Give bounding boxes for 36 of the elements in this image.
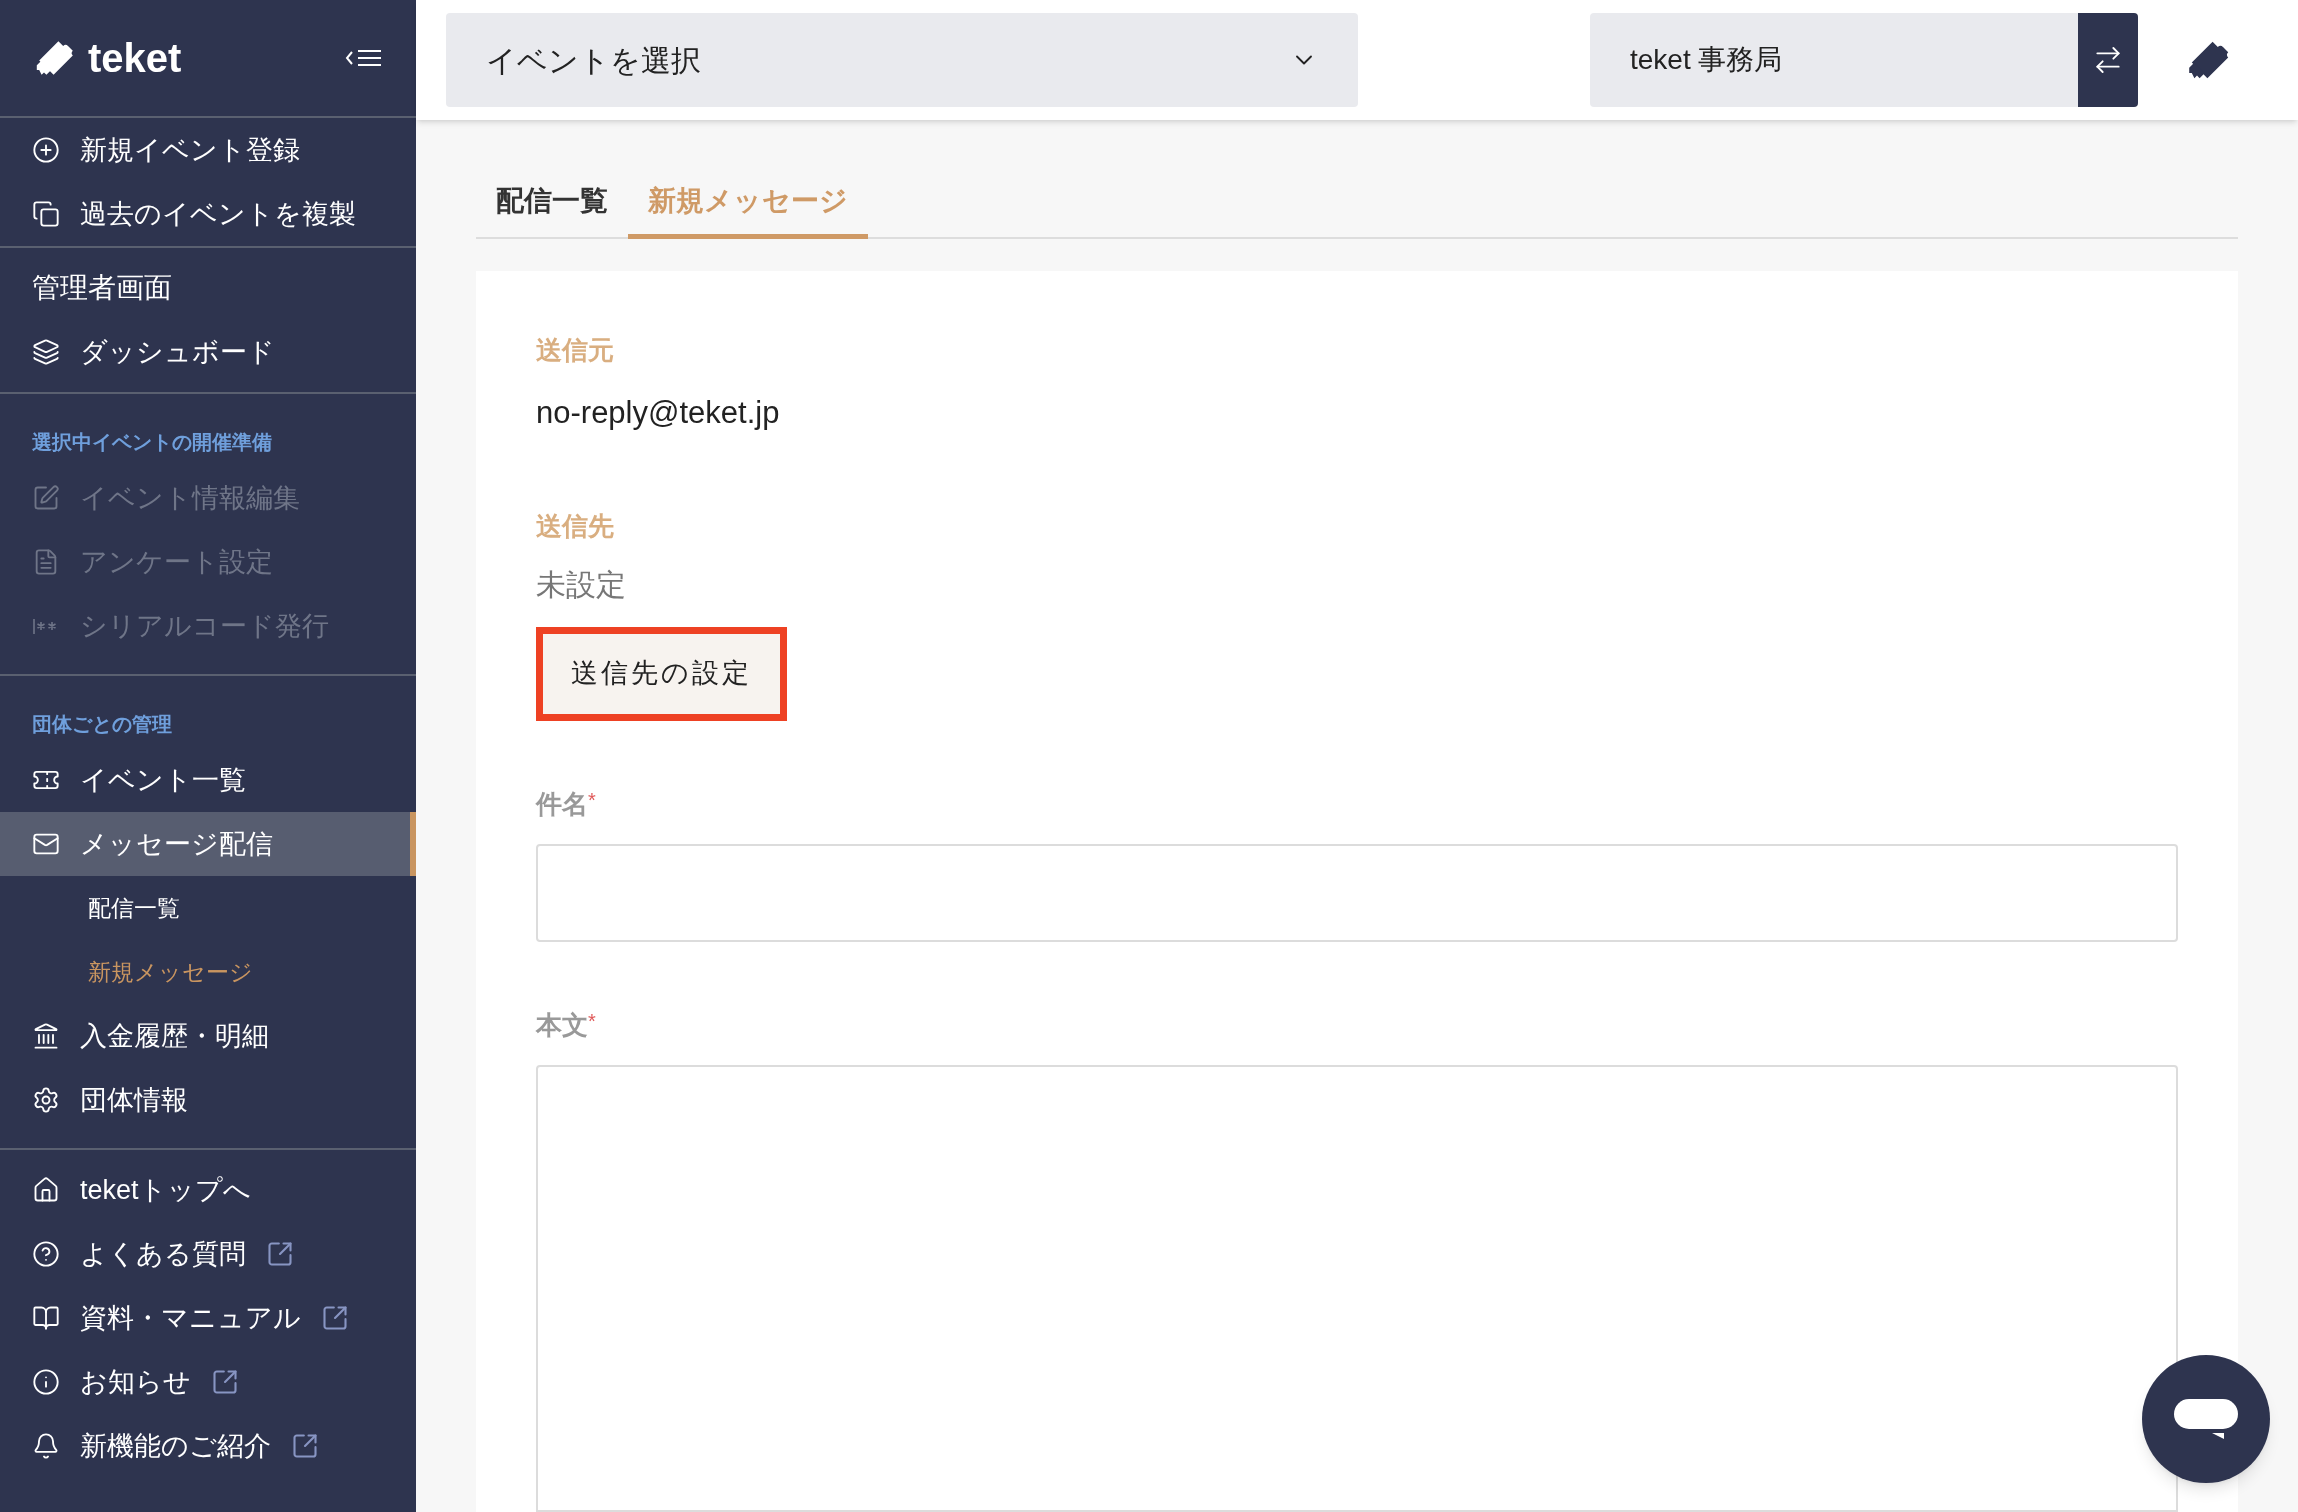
external-link-icon: [266, 1240, 294, 1268]
set-recipient-button[interactable]: 送信先の設定: [536, 626, 787, 721]
info-icon: [32, 1368, 60, 1396]
required-mark: *: [588, 1008, 596, 1032]
sidebar-subitem[interactable]: 新規メッセージ: [0, 940, 416, 1004]
external-link-icon: [321, 1304, 349, 1332]
switch-organization-button[interactable]: [2078, 13, 2138, 107]
subject-input[interactable]: [536, 843, 2178, 942]
required-mark: *: [588, 787, 596, 813]
field-label: 件名: [536, 787, 588, 821]
event-select[interactable]: イベントを選択: [446, 13, 1358, 107]
book-icon: [32, 1304, 60, 1332]
field-label: 送信先: [536, 509, 615, 543]
sidebar-section-heading: 選択中イベントの開催準備: [31, 430, 273, 455]
field-label: 本文: [536, 1008, 588, 1042]
bell-icon: [32, 1432, 60, 1460]
external-link-icon: [211, 1368, 239, 1396]
plus-circle-icon: [32, 136, 60, 164]
home-icon: [32, 1176, 60, 1204]
edit-icon: [32, 484, 60, 512]
sender-address: no-reply@teket.jp: [536, 394, 781, 432]
sidebar-subitem[interactable]: 配信一覧: [0, 876, 416, 940]
tab[interactable]: 配信一覧: [476, 180, 628, 239]
chat-bubble-icon: [2174, 1399, 2238, 1439]
copy-icon: [32, 200, 60, 228]
external-link-icon: [291, 1432, 319, 1460]
field-label: 送信元: [536, 334, 615, 367]
sidebar-item[interactable]: メッセージ配信: [0, 812, 416, 876]
organization-field: teket 事務局: [1590, 13, 2078, 107]
sidebar-section-heading: 団体ごとの管理: [31, 712, 173, 737]
logo-text: teket: [88, 35, 182, 82]
bank-icon: [32, 1022, 60, 1050]
settings-icon: [32, 1086, 60, 1114]
layers-icon: [32, 338, 60, 366]
recipient-status: 未設定: [536, 566, 627, 603]
help-icon: [32, 1240, 60, 1268]
